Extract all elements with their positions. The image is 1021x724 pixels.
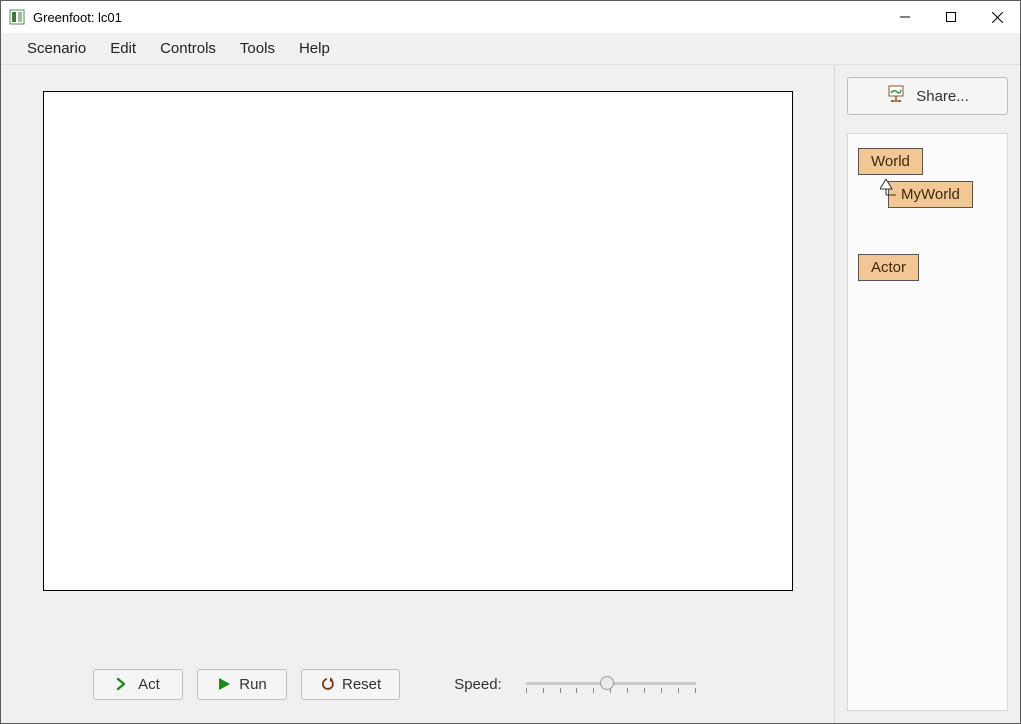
class-world[interactable]: World	[858, 148, 923, 175]
class-actor-row: Actor	[858, 254, 997, 281]
menu-scenario[interactable]: Scenario	[15, 35, 98, 62]
inherit-arrow-icon	[880, 179, 896, 201]
left-pane: Act Run Reset Speed:	[1, 65, 835, 723]
world-viewport-wrap	[1, 65, 834, 653]
close-button[interactable]	[974, 1, 1020, 33]
class-diagram-panel: World MyWorld Actor	[847, 133, 1008, 711]
reset-label: Reset	[342, 676, 381, 693]
class-myworld-row: MyWorld	[876, 181, 997, 208]
act-button[interactable]: Act	[93, 669, 183, 700]
content-area: Act Run Reset Speed:	[1, 65, 1020, 723]
titlebar: Greenfoot: lc01	[1, 1, 1020, 33]
speed-slider[interactable]	[526, 674, 696, 694]
menu-controls[interactable]: Controls	[148, 35, 228, 62]
share-icon	[886, 85, 906, 107]
menu-tools[interactable]: Tools	[228, 35, 287, 62]
class-world-row: World MyWorld	[858, 148, 997, 208]
speed-label: Speed:	[454, 676, 502, 693]
share-button[interactable]: Share...	[847, 77, 1008, 115]
menubar: Scenario Edit Controls Tools Help	[1, 33, 1020, 65]
slider-thumb[interactable]	[600, 676, 614, 690]
maximize-button[interactable]	[928, 1, 974, 33]
run-button[interactable]: Run	[197, 669, 287, 700]
reset-icon	[320, 677, 334, 691]
play-icon	[217, 677, 231, 691]
world-canvas[interactable]	[43, 91, 793, 591]
app-icon	[9, 9, 25, 25]
class-actor[interactable]: Actor	[858, 254, 919, 281]
minimize-button[interactable]	[882, 1, 928, 33]
control-bar: Act Run Reset Speed:	[1, 653, 834, 723]
menu-edit[interactable]: Edit	[98, 35, 148, 62]
reset-button[interactable]: Reset	[301, 669, 400, 700]
act-icon	[116, 677, 130, 691]
act-label: Act	[138, 676, 160, 693]
share-label: Share...	[916, 88, 969, 105]
window-title: Greenfoot: lc01	[33, 10, 882, 25]
run-label: Run	[239, 676, 267, 693]
sidebar: Share... World MyWorld Actor	[835, 65, 1020, 723]
class-myworld[interactable]: MyWorld	[888, 181, 973, 208]
menu-help[interactable]: Help	[287, 35, 342, 62]
